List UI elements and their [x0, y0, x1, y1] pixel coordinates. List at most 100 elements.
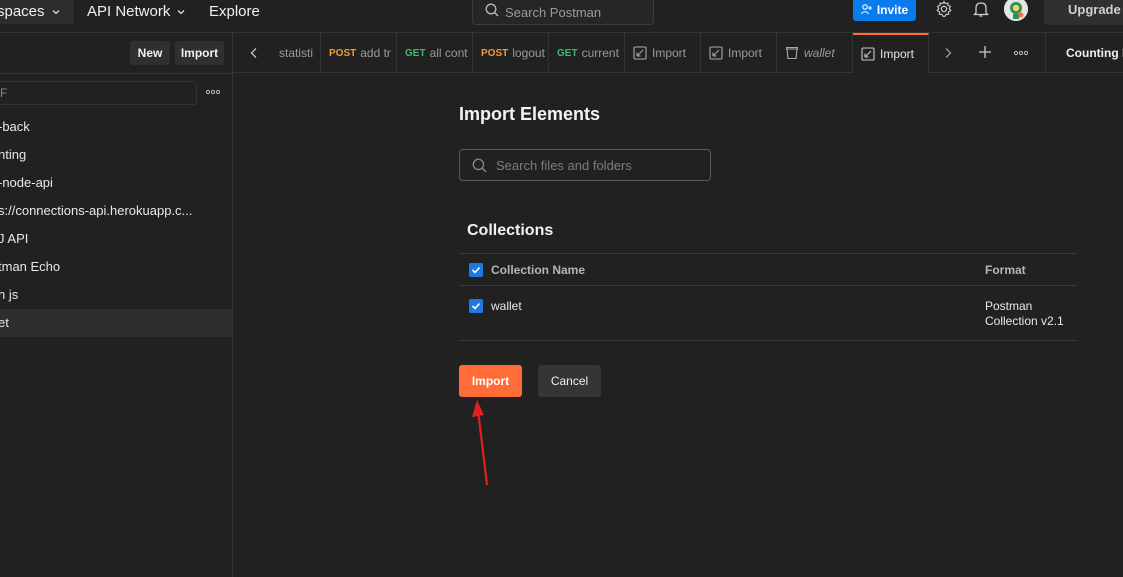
request-tab[interactable]: GET current [549, 33, 625, 73]
tab-label: current [581, 46, 619, 60]
tab-method: POST [481, 47, 509, 59]
user-avatar[interactable] [1004, 0, 1028, 21]
tab-label: Import [728, 46, 763, 60]
api-network-label: API Network [87, 3, 171, 20]
sidebar-item-label: tman Echo [0, 259, 61, 274]
sidebar-item-label: s://connections-api.herokuapp.c... [0, 203, 193, 218]
import-button[interactable]: Import [459, 365, 522, 397]
column-header-name: Collection Name [491, 263, 586, 277]
request-tab[interactable]: statisti [271, 33, 321, 73]
import-icon [709, 46, 723, 60]
global-search-text: Search Postman [505, 4, 602, 20]
tab-label: statisti [279, 46, 314, 60]
upgrade-label: Upgrade [1068, 2, 1121, 17]
sidebar-item-collection[interactable]: n js [0, 281, 232, 309]
sidebar-item-label: -node-api [0, 175, 53, 190]
new-button-label: New [137, 46, 163, 60]
invite-button[interactable]: Invite [853, 0, 916, 21]
workspaces-menu[interactable]: spaces [0, 0, 74, 24]
import-tab-active[interactable]: Import [853, 33, 929, 73]
checkmark-icon [471, 266, 481, 274]
tab-label: wallet [804, 46, 835, 60]
import-tab[interactable]: Import [701, 33, 777, 73]
collection-icon [785, 46, 799, 60]
workspaces-label: spaces [0, 3, 45, 20]
environment-selector[interactable]: Counting E [1066, 46, 1123, 60]
select-all-checkbox[interactable] [469, 263, 483, 277]
page-title: Import Elements [459, 104, 601, 124]
import-icon [633, 46, 647, 60]
table-divider [459, 253, 1077, 254]
new-button[interactable]: New [130, 41, 170, 65]
environment-divider [1045, 33, 1046, 73]
sidebar-item-label: n js [0, 287, 19, 302]
avatar-icon [1004, 0, 1028, 21]
sidebar-item-collection[interactable]: J API [0, 225, 232, 253]
search-icon [472, 158, 487, 173]
more-options-icon[interactable] [1014, 50, 1028, 56]
sidebar-item-collection[interactable]: -node-api [0, 169, 232, 197]
chevron-down-icon [52, 10, 59, 15]
column-header-format: Format [985, 263, 1026, 277]
request-tab[interactable]: POST add tr [321, 33, 397, 73]
global-search[interactable]: Search Postman [472, 0, 654, 25]
chevron-right-icon[interactable] [943, 47, 953, 59]
row-checkbox[interactable] [469, 299, 483, 313]
upgrade-button[interactable]: Upgrade [1044, 0, 1123, 25]
gear-icon[interactable] [935, 0, 953, 18]
wallet-tab[interactable]: wallet [777, 33, 853, 73]
explore-label: Explore [209, 3, 260, 20]
collection-filter-value: F [0, 86, 8, 100]
request-tab[interactable]: POST logout [473, 33, 549, 73]
sidebar-divider [0, 73, 233, 74]
sidebar-item-label: nting [0, 147, 27, 162]
sidebar-item-label: J API [0, 231, 29, 246]
top-bar: spaces API Network Explore Search Postma… [0, 0, 1123, 33]
cancel-button[interactable]: Cancel [538, 365, 601, 397]
tab-method: POST [329, 47, 357, 59]
import-button-label: Import [471, 374, 510, 388]
more-options-icon[interactable] [206, 89, 220, 95]
collections-heading: Collections [467, 222, 554, 239]
plus-icon[interactable] [978, 45, 992, 59]
api-network-menu[interactable]: API Network [87, 0, 186, 24]
collection-format-cell: Postman Collection v2.1 [985, 299, 1095, 329]
request-tab-bar: statisti POST add tr GET all cont POST l… [233, 33, 1123, 73]
tab-label: all cont [429, 46, 468, 60]
invite-label: Invite [876, 2, 909, 17]
import-tab[interactable]: Import [625, 33, 701, 73]
sidebar-item-collection[interactable]: tman Echo [0, 253, 232, 281]
file-search-field[interactable] [459, 149, 711, 181]
sidebar-item-collection[interactable]: s://connections-api.herokuapp.c... [0, 197, 232, 225]
tab-label: Import [880, 47, 915, 61]
red-arrow-annotation [472, 400, 489, 486]
tab-method: GET [557, 47, 578, 59]
explore-link[interactable]: Explore [209, 0, 260, 24]
format-line: Collection v2.1 [985, 314, 1064, 328]
collection-name-cell: wallet [491, 299, 522, 313]
file-search-input[interactable] [496, 155, 701, 175]
add-user-icon [861, 4, 872, 15]
search-icon [485, 3, 499, 17]
checkmark-icon [471, 302, 481, 310]
table-divider [459, 340, 1077, 341]
sidebar-item-label: et [0, 315, 9, 330]
chevron-left-icon[interactable] [249, 47, 259, 59]
tab-method: GET [405, 47, 426, 59]
sidebar-item-wallet[interactable]: et [0, 309, 232, 337]
collection-filter-input[interactable]: F [0, 81, 197, 105]
environment-label: Counting E [1066, 46, 1123, 60]
cancel-button-label: Cancel [550, 374, 589, 388]
sidebar-import-button[interactable]: Import [175, 41, 224, 65]
postman-app: spaces API Network Explore Search Postma… [0, 0, 1123, 577]
sidebar-item-collection[interactable]: -back [0, 113, 232, 141]
request-tab[interactable]: GET all cont [397, 33, 473, 73]
format-line: Postman [985, 299, 1033, 313]
tab-label: logout [512, 46, 545, 60]
table-divider [459, 285, 1077, 286]
tab-label: add tr [360, 46, 391, 60]
sidebar-import-label: Import [180, 46, 219, 60]
sidebar-item-collection[interactable]: nting [0, 141, 232, 169]
bell-icon[interactable] [972, 0, 990, 18]
tab-label: Import [652, 46, 687, 60]
